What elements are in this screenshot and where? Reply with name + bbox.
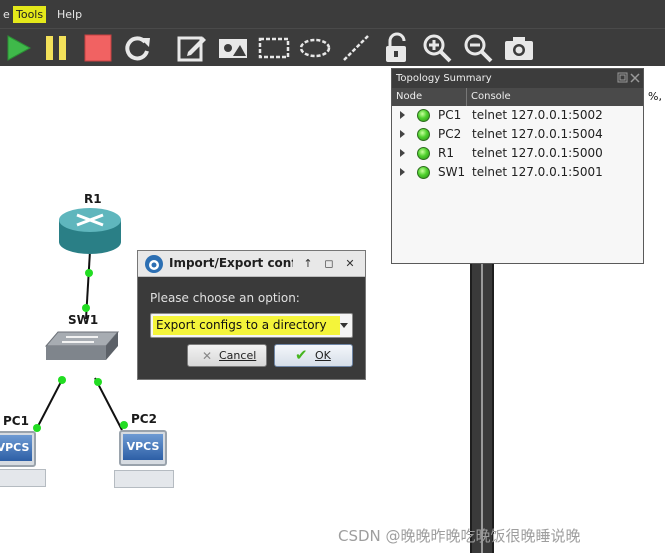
- ellipse-icon[interactable]: [299, 32, 331, 64]
- rectangle-icon[interactable]: [258, 32, 290, 64]
- topology-summary-list: PC1 telnet 127.0.0.1:5002 PC2 telnet 127…: [392, 106, 643, 263]
- dialog-title: Import/Export configs: [169, 256, 293, 270]
- toolbar: [0, 28, 665, 66]
- node-label-pc2: PC2: [131, 412, 157, 426]
- zoom-out-icon[interactable]: [462, 32, 494, 64]
- console-address: telnet 127.0.0.1:5000: [472, 146, 603, 160]
- dialog-maximize-icon[interactable]: ◻: [323, 258, 335, 270]
- vpcs-label: VPCS: [123, 434, 163, 460]
- dock-float-close-icons[interactable]: [617, 72, 641, 85]
- expand-arrow-icon[interactable]: [400, 130, 405, 138]
- splitter-handle[interactable]: [481, 262, 483, 553]
- topology-summary-dock: Topology Summary Node Console PC1 telnet…: [391, 68, 644, 264]
- vpcs-icon-pc1[interactable]: VPCS: [0, 431, 46, 491]
- expand-arrow-icon[interactable]: [400, 168, 405, 176]
- column-header-node[interactable]: Node: [396, 88, 422, 106]
- list-item[interactable]: SW1 telnet 127.0.0.1:5001: [392, 163, 643, 182]
- node-name: R1: [438, 146, 454, 160]
- list-item[interactable]: R1 telnet 127.0.0.1:5000: [392, 144, 643, 163]
- link-status-dot: [85, 269, 93, 277]
- unlock-icon[interactable]: [381, 32, 413, 64]
- link-status-dot: [58, 376, 66, 384]
- node-label-sw1: SW1: [68, 313, 99, 327]
- selected-option: Export configs to a directory: [156, 318, 327, 332]
- status-green-icon: [417, 109, 430, 122]
- dock-splitter[interactable]: [470, 262, 494, 553]
- dock-title-bar[interactable]: Topology Summary: [392, 69, 643, 88]
- line-icon[interactable]: [340, 32, 372, 64]
- edit-note-icon[interactable]: [176, 32, 208, 64]
- link-status-dot: [94, 378, 102, 386]
- node-name: PC2: [438, 127, 462, 141]
- zoom-in-icon[interactable]: [421, 32, 453, 64]
- link-status-dot: [120, 421, 128, 429]
- menu-item-partial[interactable]: e: [0, 6, 13, 23]
- check-icon: ✔: [295, 346, 308, 364]
- column-header-console[interactable]: Console: [471, 88, 511, 106]
- node-name: SW1: [438, 165, 466, 179]
- console-address: telnet 127.0.0.1:5002: [472, 108, 603, 122]
- import-export-dialog: Import/Export configs ↑ ◻ ✕ Please choos…: [137, 250, 366, 380]
- dialog-prompt: Please choose an option:: [150, 291, 300, 305]
- cancel-button[interactable]: ✕ Cancel: [187, 344, 267, 367]
- pause-icon[interactable]: [40, 32, 72, 64]
- link-sw1-pc1: [35, 377, 64, 431]
- ok-button[interactable]: ✔ OK: [274, 344, 353, 367]
- link-status-dot: [82, 304, 90, 312]
- chevron-down-icon[interactable]: [340, 323, 348, 328]
- reload-icon[interactable]: [121, 32, 153, 64]
- clipped-side-text: %,: [648, 90, 662, 103]
- node-label-r1: R1: [84, 192, 102, 206]
- gns3-window: { "menubar": { "partial_item": "e", "ite…: [0, 0, 665, 553]
- list-item[interactable]: PC1 telnet 127.0.0.1:5002: [392, 106, 643, 125]
- menu-item-tools[interactable]: Tools: [13, 6, 47, 23]
- ok-label: OK: [315, 349, 331, 362]
- console-address: telnet 127.0.0.1:5001: [472, 165, 603, 179]
- app-logo-icon: [145, 255, 163, 273]
- switch-icon[interactable]: [44, 328, 120, 364]
- expand-arrow-icon[interactable]: [400, 149, 405, 157]
- option-select[interactable]: Export configs to a directory: [150, 313, 353, 338]
- dialog-up-icon[interactable]: ↑: [302, 258, 314, 270]
- dialog-close-icon[interactable]: ✕: [344, 258, 356, 270]
- vpcs-icon-pc2[interactable]: VPCS: [114, 430, 176, 492]
- menu-item-help[interactable]: Help: [54, 6, 85, 23]
- vpcs-label: VPCS: [0, 435, 32, 461]
- list-item[interactable]: PC2 telnet 127.0.0.1:5004: [392, 125, 643, 144]
- node-name: PC1: [438, 108, 462, 122]
- stop-icon[interactable]: [82, 32, 114, 64]
- table-header: Node Console: [392, 88, 643, 106]
- status-green-icon: [417, 147, 430, 160]
- watermark: CSDN @晚晚昨晚吃晚饭很晚睡说晚: [338, 527, 581, 545]
- cancel-label: Cancel: [219, 349, 257, 362]
- status-green-icon: [417, 166, 430, 179]
- insert-picture-icon[interactable]: [217, 32, 249, 64]
- expand-arrow-icon[interactable]: [400, 111, 405, 119]
- menu-bar: e Tools Help: [0, 0, 665, 28]
- dialog-title-bar[interactable]: Import/Export configs ↑ ◻ ✕: [138, 251, 365, 277]
- screenshot-icon[interactable]: [503, 32, 535, 64]
- status-green-icon: [417, 128, 430, 141]
- dock-title: Topology Summary: [396, 73, 492, 84]
- console-address: telnet 127.0.0.1:5004: [472, 127, 603, 141]
- node-label-pc1: PC1: [3, 414, 29, 428]
- cancel-x-icon: ✕: [202, 349, 213, 363]
- play-icon[interactable]: [2, 32, 34, 64]
- router-icon[interactable]: [55, 206, 125, 258]
